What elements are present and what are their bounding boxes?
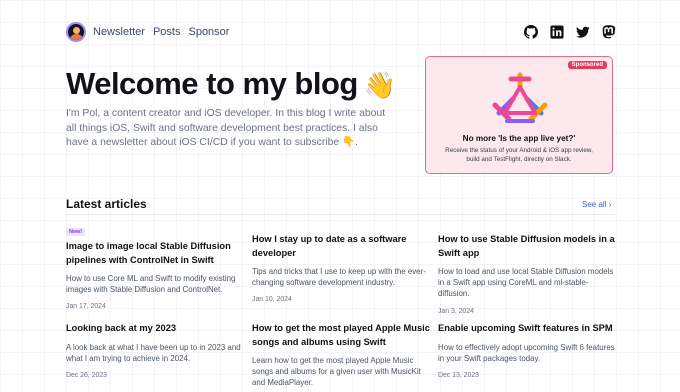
site-header: Newsletter Posts Sponsor	[66, 20, 616, 44]
article-card[interactable]: New! Image to image local Stable Diffusi…	[66, 220, 246, 310]
article-description: How to effectively adopt upcoming Swift …	[438, 342, 615, 363]
article-description: Tips and tricks that I use to keep up wi…	[252, 267, 426, 288]
article-title[interactable]: How to get the most played Apple Music s…	[252, 322, 432, 349]
article-date: Jan 10, 2024	[252, 296, 292, 304]
see-all-label: See all	[582, 200, 607, 209]
social-links	[524, 25, 616, 39]
page-title: Welcome to my blog 👋	[66, 66, 396, 102]
sponsor-logo-icon	[492, 72, 548, 123]
latest-articles-heading: Latest articles	[66, 197, 147, 211]
nav-sponsor-link[interactable]: Sponsor	[188, 26, 229, 38]
linkedin-icon[interactable]	[550, 25, 564, 39]
chevron-right-icon: ›	[608, 200, 612, 209]
nav-posts-link[interactable]: Posts	[153, 26, 181, 38]
article-card[interactable]: How to get the most played Apple Music s…	[252, 322, 432, 392]
article-date: Jan 3, 2024	[438, 307, 475, 315]
article-card[interactable]: Enable upcoming Swift features in SPM Ho…	[438, 322, 618, 379]
page: Newsletter Posts Sponsor Welcome to my b…	[0, 0, 680, 392]
article-title[interactable]: Looking back at my 2023	[66, 322, 246, 336]
page-title-text: Welcome to my blog	[66, 66, 358, 101]
sponsored-badge: Sponsored	[567, 61, 607, 69]
article-date: Dec 26, 2023	[66, 371, 107, 379]
article-card[interactable]: Looking back at my 2023 A look back at w…	[66, 322, 246, 379]
article-description: How to use Core ML and Swift to modify e…	[66, 274, 236, 295]
article-title[interactable]: How I stay up to date as a software deve…	[252, 233, 432, 260]
waving-hand-emoji: 👋	[363, 70, 396, 100]
intro-text: I'm Pol, a content creator and iOS devel…	[66, 108, 386, 149]
sponsor-title: No more 'Is the app live yet?'	[462, 134, 576, 143]
article-title[interactable]: Image to image local Stable Diffusion pi…	[66, 240, 246, 267]
article-description: Learn how to get the most played Apple M…	[252, 356, 421, 388]
avatar[interactable]	[66, 22, 86, 42]
article-date: Dec 13, 2023	[438, 371, 479, 379]
github-icon[interactable]	[524, 25, 538, 39]
nav-newsletter-link[interactable]: Newsletter	[93, 26, 145, 38]
article-description: A look back at what I have been up to in…	[66, 342, 241, 363]
twitter-icon[interactable]	[576, 25, 590, 39]
article-card[interactable]: How I stay up to date as a software deve…	[252, 233, 432, 303]
article-title[interactable]: Enable upcoming Swift features in SPM	[438, 322, 618, 336]
new-badge: New!	[66, 228, 86, 236]
mastodon-icon[interactable]	[602, 25, 616, 39]
see-all-link[interactable]: See all ›	[582, 200, 611, 209]
main-nav: Newsletter Posts Sponsor	[93, 26, 229, 38]
section-divider	[66, 214, 614, 215]
article-description: How to load and use local Stable Diffusi…	[438, 267, 614, 299]
article-card[interactable]: How to use Stable Diffusion models in a …	[438, 233, 618, 315]
sponsor-description: Receive the status of your Android & iOS…	[445, 147, 593, 164]
sponsor-card[interactable]: Sponsored No more 'Is the app live yet?'…	[425, 56, 613, 174]
article-title[interactable]: How to use Stable Diffusion models in a …	[438, 233, 618, 260]
article-date: Jan 17, 2024	[66, 303, 106, 311]
